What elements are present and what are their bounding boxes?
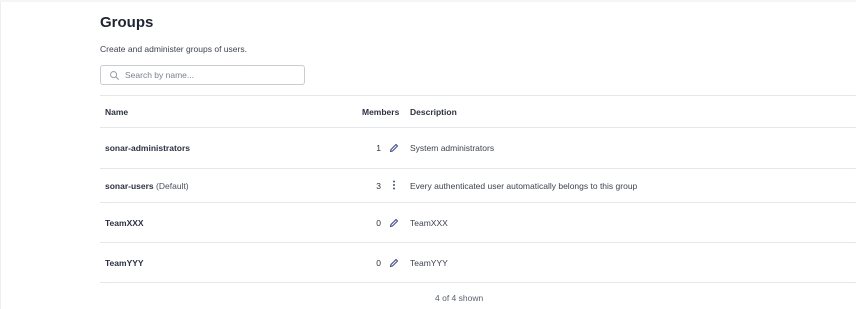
pencil-icon[interactable] [388, 142, 400, 154]
pencil-icon[interactable] [388, 217, 400, 229]
search-icon [110, 71, 119, 80]
group-name: sonar-administrators [105, 143, 191, 153]
table-row: TeamYYY 0 TeamYYY [100, 242, 856, 283]
column-header-name: Name [105, 107, 129, 117]
page-subtitle: Create and administer groups of users. [100, 44, 247, 54]
group-name: TeamYYY [105, 258, 144, 268]
column-header-members: Members [362, 107, 400, 117]
search-input[interactable] [125, 68, 295, 82]
group-description: TeamYYY [410, 258, 448, 268]
left-border [0, 0, 1, 309]
group-name-cell: sonar-users (Default) [105, 181, 189, 191]
group-name: TeamXXX [105, 218, 144, 228]
group-name: sonar-users [105, 181, 154, 191]
group-description: System administrators [410, 143, 495, 153]
member-count: 0 [376, 258, 381, 268]
search-box[interactable] [100, 65, 305, 85]
page-title: Groups [100, 14, 154, 31]
member-count: 0 [376, 218, 381, 228]
table-header: Name Members Description [100, 95, 856, 127]
table-row: TeamXXX 0 TeamXXX [100, 202, 856, 242]
groups-table: Name Members Description sonar-administr… [100, 95, 856, 283]
group-name-cell: sonar-administrators [105, 143, 190, 153]
groups-page: Groups Create and administer groups of u… [100, 0, 856, 309]
group-name-cell: TeamXXX [105, 218, 144, 228]
results-count: 4 of 4 shown [435, 293, 484, 303]
column-header-description: Description [410, 107, 457, 117]
table-row: sonar-administrators 1 System administra… [100, 127, 856, 168]
member-count: 3 [376, 181, 381, 191]
more-vertical-icon[interactable] [388, 179, 400, 191]
member-count: 1 [376, 143, 381, 153]
table-row: sonar-users (Default) 3 Every authentica… [100, 168, 856, 202]
pencil-icon[interactable] [388, 257, 400, 269]
group-name-cell: TeamYYY [105, 258, 144, 268]
default-badge: (Default) [156, 181, 189, 191]
group-description: TeamXXX [410, 218, 448, 228]
group-description: Every authenticated user automatically b… [410, 181, 638, 191]
